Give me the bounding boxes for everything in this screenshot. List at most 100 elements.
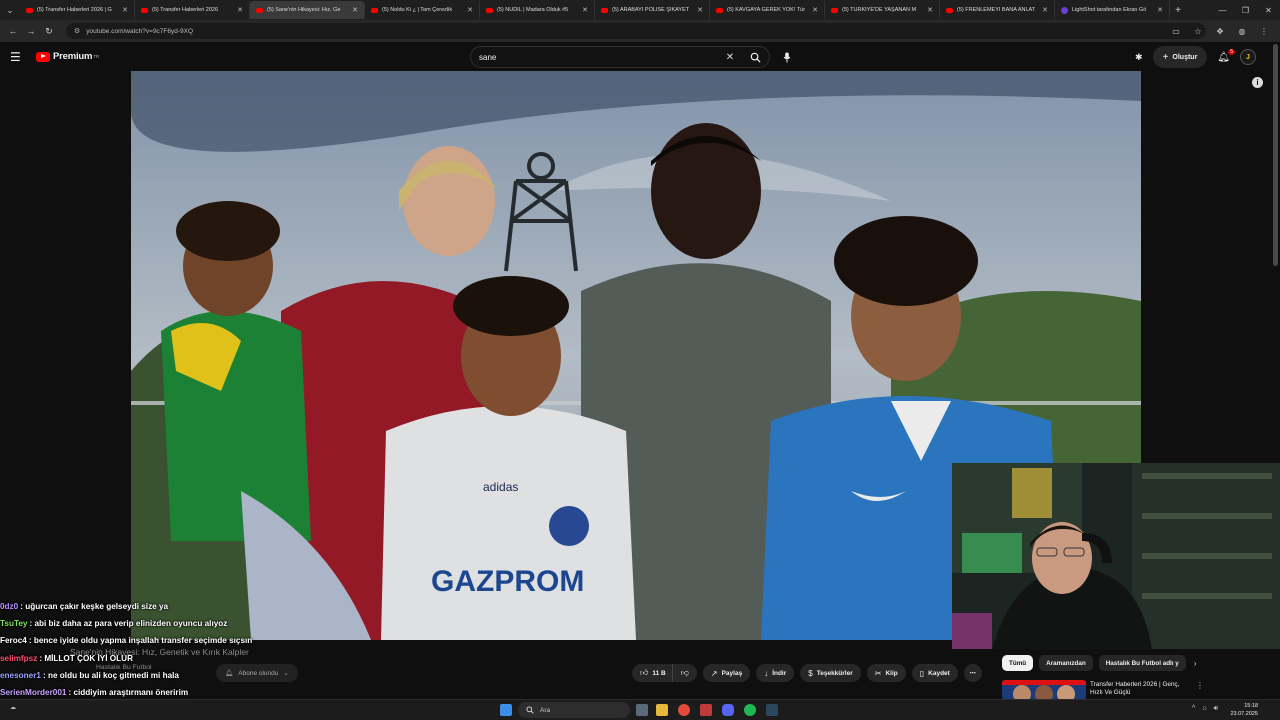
chrome-icon[interactable] (678, 704, 690, 716)
recommended-more-icon[interactable]: ⋮ (1196, 681, 1204, 690)
browser-tab[interactable]: (5) TÜRKİYE'DE YAŞANAN M ✕ (825, 1, 940, 19)
bookmark-star-icon[interactable]: ☆ (1190, 22, 1206, 40)
browser-tab[interactable]: (5) NUDIL | Madara Olduk #5 ✕ (480, 1, 595, 19)
tab-title: (5) Transfer Haberleri 2026 | G (37, 7, 112, 13)
notifications-button[interactable]: 🔔︎ 5 (1217, 48, 1235, 63)
steam-icon[interactable] (766, 704, 778, 716)
clip-button[interactable]: ✂ Klip (866, 664, 906, 682)
back-icon[interactable]: ← (4, 22, 22, 40)
chat-message: 0dz0: uğurcan çakır keşke gelseydi size … (0, 598, 360, 615)
profile-icon[interactable]: ◍ (1234, 22, 1250, 40)
close-tab-icon[interactable]: ✕ (812, 6, 818, 14)
youtube-logo[interactable]: Premium TR (36, 51, 99, 62)
page-scrollbar[interactable] (1273, 44, 1278, 266)
youtube-icon (371, 7, 378, 13)
app-icon[interactable] (700, 704, 712, 716)
start-icon[interactable] (500, 704, 512, 716)
close-tab-icon[interactable]: ✕ (467, 6, 473, 14)
windows-taskbar: ☁ Ara ^ ⌂ 🔊︎ 15:18 23.07.2025 (0, 699, 1280, 720)
clip-label: Klip (885, 669, 898, 677)
youtube-icon (716, 7, 723, 13)
browser-tab[interactable]: (5) Transfer Haberleri 2026 ✕ (135, 1, 250, 19)
minimize-icon[interactable]: — (1211, 0, 1234, 20)
spotify-icon[interactable] (744, 704, 756, 716)
search-input[interactable] (479, 52, 719, 62)
save-button[interactable]: ▯ Kaydet (911, 664, 958, 682)
recommended-video-title[interactable]: Transfer Haberleri 2026 | Genç, Hızlı Ve… (1090, 681, 1190, 697)
subscribed-button[interactable]: 🔔︎ Abone olundu ⌄ (216, 664, 298, 682)
like-button[interactable]: 👍︎ 11 B (632, 664, 672, 682)
tab-title: (5) NUDIL | Madara Olduk #5 (497, 7, 569, 13)
youtube-icon (26, 7, 33, 13)
task-view-icon[interactable] (636, 704, 648, 716)
url-text: youtube.com/watch?v=9c7F6yd-9XQ (86, 27, 194, 35)
browser-tab[interactable]: (5) ARABAYI POLİSE ŞİKAYET ✕ (595, 1, 710, 19)
recommended-video-thumbnail[interactable] (1002, 680, 1086, 700)
recommendation-chips: Tümü Aramanızdan Hastalık Bu Futbol adlı… (1002, 655, 1196, 671)
chat-text: : ciddiyim araştırmanı öneririm (68, 688, 189, 698)
thumbs-down-icon: 👎︎ (680, 668, 689, 677)
new-tab-button[interactable]: + (1170, 5, 1186, 16)
info-icon[interactable]: i (1252, 77, 1263, 88)
browser-tab[interactable]: (5) KAVGAYA GEREK YOK! Tür ✕ (710, 1, 825, 19)
share-icon: ↗ (710, 668, 718, 678)
close-tab-icon[interactable]: ✕ (927, 6, 933, 14)
browser-menu-icon[interactable]: ⋮ (1256, 22, 1272, 40)
tray-chevron-icon[interactable]: ^ (1192, 705, 1195, 713)
url-field[interactable]: ⚙ youtube.com/watch?v=9c7F6yd-9XQ (66, 23, 1206, 39)
taskbar-search[interactable]: Ara (518, 702, 630, 718)
forward-icon[interactable]: → (22, 22, 40, 40)
chip-channel[interactable]: Hastalık Bu Futbol adlı y (1098, 655, 1186, 671)
file-explorer-icon[interactable] (656, 704, 668, 716)
share-button[interactable]: ↗ Paylaş (702, 664, 751, 682)
chat-username: TsuTey (0, 619, 28, 629)
install-app-icon[interactable]: ▭ (1168, 22, 1184, 40)
clear-search-icon[interactable]: ✕ (719, 52, 741, 63)
youtube-header: ☰ Premium TR ✕ ✱ + Oluştur 🔔︎ 5 J (0, 42, 1280, 72)
browser-tab[interactable]: (5) Sane'nin Hikayesi: Hız, Ge ✕ (250, 1, 365, 19)
browser-tab[interactable]: (5) Noldu Ki ¿ | Tam Çerezlik ✕ (365, 1, 480, 19)
chip-all[interactable]: Tümü (1002, 655, 1034, 671)
close-tab-icon[interactable]: ✕ (1157, 6, 1163, 14)
avatar[interactable]: J (1240, 49, 1256, 65)
youtube-play-icon (36, 51, 50, 62)
close-tab-icon[interactable]: ✕ (352, 6, 358, 14)
close-tab-icon[interactable]: ✕ (697, 6, 703, 14)
download-button[interactable]: ↓ İndir (756, 664, 795, 682)
create-button[interactable]: + Oluştur (1152, 46, 1208, 68)
taskbar-clock[interactable]: 15:18 23.07.2025 (1230, 702, 1258, 718)
network-icon[interactable]: ⌂ (1202, 705, 1206, 713)
tab-search-icon[interactable]: ⌄ (0, 0, 20, 20)
discord-icon[interactable] (722, 704, 734, 716)
close-window-icon[interactable]: ✕ (1257, 0, 1280, 20)
chip-from-search[interactable]: Aramanızdan (1039, 655, 1093, 671)
reload-icon[interactable]: ↻ (40, 22, 58, 40)
dislike-button[interactable]: 👎︎ (671, 664, 697, 682)
extensions-icon[interactable]: ✥ (1212, 22, 1228, 40)
close-tab-icon[interactable]: ✕ (582, 6, 588, 14)
thanks-icon: $ (808, 668, 813, 678)
maximize-icon[interactable]: ❐ (1234, 0, 1257, 20)
browser-tab[interactable]: (5) Transfer Haberleri 2026 | G ✕ (20, 1, 135, 19)
like-count: 11 B (652, 669, 666, 677)
cast-icon[interactable]: ✱ (1135, 52, 1143, 63)
browser-tab[interactable]: LightShot tarafından Ekran Gö ✕ (1055, 1, 1170, 19)
close-tab-icon[interactable]: ✕ (1042, 6, 1048, 14)
close-tab-icon[interactable]: ✕ (237, 6, 243, 14)
voice-search-button[interactable] (778, 48, 796, 66)
more-actions-button[interactable]: ⋯ (963, 664, 982, 682)
search-button[interactable] (741, 47, 769, 67)
menu-icon[interactable]: ☰ (10, 50, 26, 64)
subscribe-label: Abone olundu (238, 669, 279, 677)
site-info-icon[interactable]: ⚙ (74, 27, 80, 35)
volume-icon[interactable]: 🔊︎ (1214, 705, 1218, 713)
clock-date: 23.07.2025 (1230, 711, 1258, 717)
browser-tab[interactable]: (5) FRENLEMEYİ BANA ANLAT ✕ (940, 1, 1055, 19)
download-label: İndir (772, 669, 787, 677)
chevron-right-icon[interactable]: › (1194, 659, 1197, 668)
tab-list: (5) Transfer Haberleri 2026 | G ✕ (5) Tran… (20, 1, 1170, 19)
thanks-button[interactable]: $ Teşekkürler (800, 664, 861, 682)
weather-widget[interactable]: ☁ (10, 704, 16, 711)
channel-name[interactable]: Hastalık Bu Futbol (96, 664, 152, 671)
close-tab-icon[interactable]: ✕ (122, 6, 128, 14)
